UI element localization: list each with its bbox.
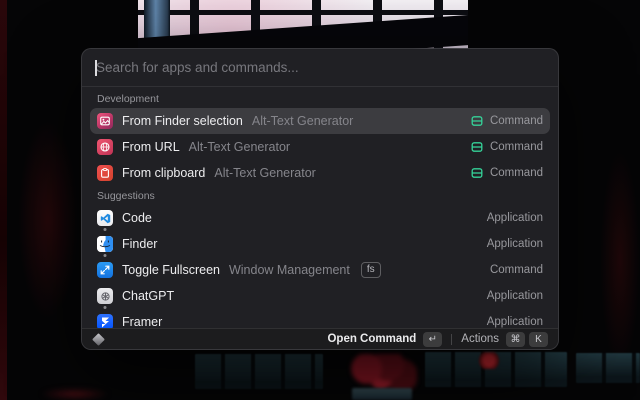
list-item[interactable]: Framer Application xyxy=(90,309,550,328)
item-title: Finder xyxy=(122,237,157,251)
item-title: From Finder selection xyxy=(122,114,243,128)
item-type-label: Application xyxy=(487,316,543,328)
actions-button[interactable]: Actions xyxy=(461,333,499,345)
framer-icon xyxy=(97,314,113,328)
red-glow-right xyxy=(600,150,640,370)
item-type-label: Application xyxy=(487,290,543,302)
planter xyxy=(352,388,412,400)
enter-key-badge: ↵ xyxy=(423,332,442,347)
item-type-label: Command xyxy=(490,167,543,179)
clipboard-gradient-icon xyxy=(97,165,113,181)
section-header-development: Development xyxy=(90,89,550,108)
item-accessory: Command xyxy=(490,264,543,276)
item-title: Toggle Fullscreen xyxy=(122,263,220,277)
item-accessory: Application xyxy=(487,212,543,224)
item-accessory: Command xyxy=(471,141,543,153)
globe-gradient-icon xyxy=(97,139,113,155)
action-bar: Open Command ↵ Actions ⌘ K xyxy=(82,328,558,349)
k-key-badge: K xyxy=(529,332,548,347)
launcher-window: Development From Finder selection Alt-Te… xyxy=(81,48,559,350)
screen: Development From Finder selection Alt-Te… xyxy=(0,0,640,400)
item-subtitle: Alt-Text Generator xyxy=(214,166,315,180)
list-item[interactable]: From clipboard Alt-Text Generator Comman… xyxy=(90,160,550,186)
finder-icon xyxy=(97,236,113,252)
item-accessory: Application xyxy=(487,316,543,328)
cmd-key-badge: ⌘ xyxy=(506,332,525,347)
list-item[interactable]: From URL Alt-Text Generator Command xyxy=(90,134,550,160)
fullscreen-icon xyxy=(97,262,113,278)
command-green-icon xyxy=(471,141,483,153)
item-subtitle: Alt-Text Generator xyxy=(189,140,290,154)
section-header-suggestions: Suggestions xyxy=(90,186,550,205)
item-accessory: Command xyxy=(471,167,543,179)
chatgpt-icon xyxy=(97,288,113,304)
bottom-scene xyxy=(0,350,640,400)
curtain-red-strip xyxy=(0,0,7,400)
red-glow-bottom xyxy=(40,388,110,400)
item-subtitle: Window Management xyxy=(229,263,350,277)
list-item[interactable]: ChatGPT Application xyxy=(90,283,550,309)
command-green-icon xyxy=(471,115,483,127)
item-title: ChatGPT xyxy=(122,289,174,303)
raycast-logo-icon xyxy=(92,333,105,346)
item-type-label: Application xyxy=(487,212,543,224)
item-type-label: Command xyxy=(490,264,543,276)
item-title: From clipboard xyxy=(122,166,205,180)
item-accessory: Application xyxy=(487,290,543,302)
item-subtitle: Alt-Text Generator xyxy=(252,114,353,128)
item-accessory: Command xyxy=(471,115,543,127)
item-title: Code xyxy=(122,211,152,225)
item-accessory: Application xyxy=(487,238,543,250)
primary-action-label[interactable]: Open Command xyxy=(327,333,416,345)
results-list: Development From Finder selection Alt-Te… xyxy=(82,87,558,328)
red-glow-left xyxy=(18,120,78,320)
item-title: From URL xyxy=(122,140,180,154)
bright-window xyxy=(138,0,468,49)
red-flowers xyxy=(345,354,417,390)
item-type-label: Application xyxy=(487,238,543,250)
item-title: Framer xyxy=(122,315,162,328)
teal-window xyxy=(576,353,640,383)
alias-badge: fs xyxy=(361,262,381,278)
image-gradient-icon xyxy=(97,113,113,129)
command-green-icon xyxy=(471,167,483,179)
item-type-label: Command xyxy=(490,115,543,127)
teal-window xyxy=(195,354,323,389)
footer-divider xyxy=(451,334,452,345)
search-bar xyxy=(82,49,558,87)
search-input[interactable] xyxy=(96,60,544,75)
list-item[interactable]: Code Application xyxy=(90,205,550,231)
list-item[interactable]: From Finder selection Alt-Text Generator… xyxy=(90,108,550,134)
list-item[interactable]: Finder Application xyxy=(90,231,550,257)
list-item[interactable]: Toggle Fullscreen Window Management fs C… xyxy=(90,257,550,283)
red-accent xyxy=(478,352,500,369)
vscode-icon xyxy=(97,210,113,226)
text-caret xyxy=(95,60,97,76)
item-type-label: Command xyxy=(490,141,543,153)
